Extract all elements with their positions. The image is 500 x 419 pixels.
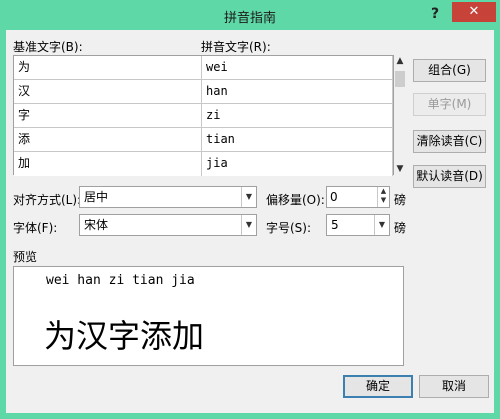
chevron-down-icon[interactable]: ▼ <box>241 215 256 235</box>
alignment-label: 对齐方式(L): <box>13 193 82 207</box>
pinyin-text-label: 拼音文字(R): <box>201 40 271 54</box>
chevron-down-icon[interactable]: ▼ <box>241 187 256 207</box>
preview-box: wei han zi tian jia 为汉字添加 <box>13 266 404 366</box>
preview-text: 为汉字添加 <box>44 317 205 355</box>
title-bar[interactable]: 拼音指南 ? ✕ <box>0 0 500 30</box>
base-cell[interactable]: 加 <box>14 152 202 176</box>
offset-label: 偏移量(O): <box>266 193 325 207</box>
base-cell[interactable]: 字 <box>14 104 202 128</box>
alignment-select[interactable]: 居中 ▼ <box>79 186 257 208</box>
offset-spinner[interactable]: 0 ▲ ▼ <box>326 186 390 208</box>
size-value: 5 <box>331 218 339 232</box>
font-label: 字体(F): <box>13 221 58 235</box>
help-button[interactable]: ? <box>422 3 448 25</box>
chevron-down-icon[interactable]: ▼ <box>374 215 389 235</box>
preview-pinyin: wei han zi tian jia <box>46 273 195 288</box>
pinyin-cell[interactable]: jia <box>202 152 393 176</box>
scroll-down-icon[interactable]: ▼ <box>394 163 406 175</box>
preview-label: 预览 <box>13 250 38 264</box>
base-cell[interactable]: 添 <box>14 128 202 152</box>
offset-unit: 磅 <box>394 193 407 207</box>
cancel-button[interactable]: 取消 <box>419 375 489 398</box>
size-unit: 磅 <box>394 221 407 235</box>
font-value: 宋体 <box>84 218 109 232</box>
base-cell[interactable]: 为 <box>14 56 202 80</box>
ok-button[interactable]: 确定 <box>343 375 413 398</box>
base-text-label: 基准文字(B): <box>13 40 83 54</box>
spin-arrows-icon[interactable]: ▲ ▼ <box>377 187 389 207</box>
scroll-thumb[interactable] <box>395 71 405 87</box>
pinyin-cell[interactable]: han <box>202 80 393 104</box>
close-button[interactable]: ✕ <box>452 2 496 22</box>
offset-value: 0 <box>330 190 338 204</box>
size-label: 字号(S): <box>266 221 312 235</box>
default-reading-button[interactable]: 默认读音(D) <box>413 165 486 188</box>
scroll-up-icon[interactable]: ▲ <box>394 55 406 67</box>
base-cell[interactable]: 汉 <box>14 80 202 104</box>
dialog-body: 基准文字(B): 拼音文字(R): 为 wei 汉 han 字 zi 添 tia… <box>6 30 494 413</box>
alignment-value: 居中 <box>84 190 109 204</box>
pinyin-cell[interactable]: wei <box>202 56 393 80</box>
grid-scrollbar[interactable]: ▲ ▼ <box>394 55 406 175</box>
combine-button[interactable]: 组合(G) <box>413 59 486 82</box>
pinyin-cell[interactable]: tian <box>202 128 393 152</box>
single-char-button[interactable]: 单字(M) <box>413 93 486 116</box>
clear-reading-button[interactable]: 清除读音(C) <box>413 130 486 153</box>
pinyin-cell[interactable]: zi <box>202 104 393 128</box>
ruby-grid: 为 wei 汉 han 字 zi 添 tian 加 jia <box>13 55 394 176</box>
size-select[interactable]: 5 ▼ <box>326 214 390 236</box>
font-select[interactable]: 宋体 ▼ <box>79 214 257 236</box>
